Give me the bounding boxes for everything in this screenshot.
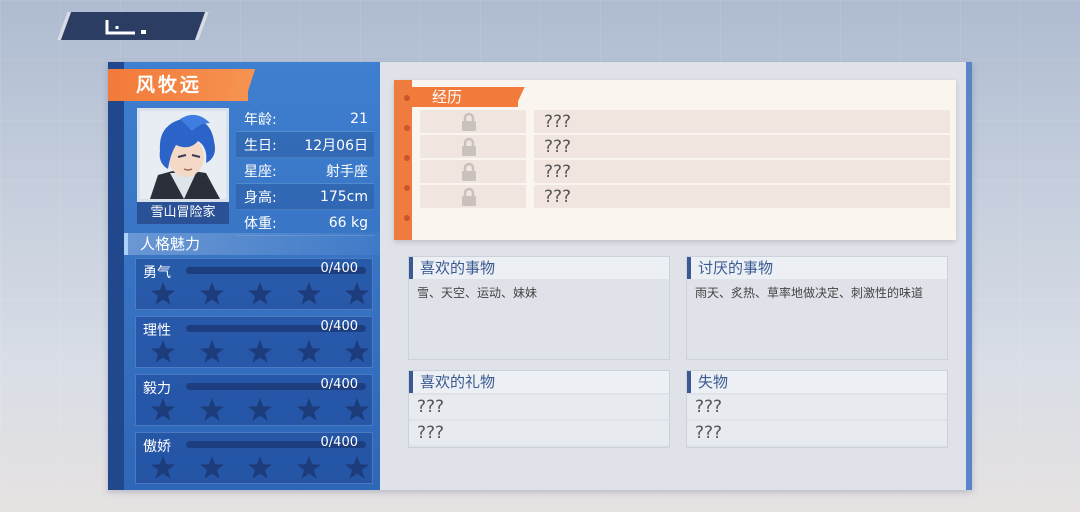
star-icon bbox=[151, 340, 175, 363]
star-icon bbox=[151, 456, 175, 479]
experience-text: ??? bbox=[534, 110, 950, 133]
character-portrait bbox=[137, 108, 229, 202]
experience-row[interactable]: ??? bbox=[420, 160, 950, 183]
info-label: 身高: bbox=[244, 189, 277, 206]
stat-value: 0/400 bbox=[320, 435, 358, 450]
lock-icon bbox=[462, 187, 476, 206]
experience-row[interactable]: ??? bbox=[420, 185, 950, 208]
experience-text: ??? bbox=[534, 185, 950, 208]
info-label: 体重: bbox=[244, 215, 277, 232]
dislikes-section: 讨厌的事物 雨天、炙热、草率地做决定、刺激性的味道 bbox=[686, 256, 948, 360]
star-rating bbox=[150, 397, 370, 423]
lost-item[interactable]: ??? bbox=[687, 395, 947, 419]
lost-item[interactable]: ??? bbox=[687, 421, 947, 445]
stat-value: 0/400 bbox=[320, 319, 358, 334]
stat-tsundere: 傲娇 0/400 bbox=[135, 432, 373, 484]
ribbon-dots-icon bbox=[404, 95, 410, 221]
lock-cell bbox=[420, 135, 526, 158]
lock-cell bbox=[420, 160, 526, 183]
character-title: 雪山冒险家 bbox=[137, 202, 229, 224]
experience-text: ??? bbox=[534, 160, 950, 183]
star-icon bbox=[199, 456, 224, 479]
star-icon bbox=[151, 282, 175, 305]
star-rating bbox=[150, 281, 370, 307]
lock-icon bbox=[462, 162, 476, 181]
experience-row[interactable]: ??? bbox=[420, 135, 950, 158]
star-icon bbox=[248, 398, 272, 421]
lost-items-header: 失物 bbox=[687, 371, 947, 393]
info-label: 年龄: bbox=[244, 111, 277, 128]
info-label: 星座: bbox=[244, 163, 277, 180]
star-icon bbox=[296, 282, 321, 305]
gifts-section: 喜欢的礼物 ??? ??? bbox=[408, 370, 670, 448]
star-icon bbox=[199, 398, 224, 421]
info-value: 66 kg bbox=[328, 214, 368, 231]
star-icon bbox=[345, 456, 369, 479]
gifts-header: 喜欢的礼物 bbox=[409, 371, 669, 393]
star-icon bbox=[296, 340, 321, 363]
star-rating bbox=[150, 339, 370, 365]
info-value: 175cm bbox=[319, 188, 368, 205]
info-value: 射手座 bbox=[326, 163, 368, 180]
star-icon bbox=[345, 398, 369, 421]
info-row-age: 年龄: 21 bbox=[236, 106, 374, 132]
charm-header: 人格魅力 bbox=[124, 233, 380, 255]
star-icon bbox=[248, 456, 272, 479]
character-name: 风牧远 bbox=[108, 69, 248, 101]
character-info-table: 年龄: 21 生日: 12月06日 星座: 射手座 身高: 175cm 体重: … bbox=[236, 106, 374, 236]
stat-reason: 理性 0/400 bbox=[135, 316, 373, 368]
back-arrow-icon[interactable] bbox=[105, 18, 157, 36]
column-border bbox=[108, 62, 124, 490]
stat-perseverance: 毅力 0/400 bbox=[135, 374, 373, 426]
stat-courage: 勇气 0/400 bbox=[135, 258, 373, 310]
info-label: 生日: bbox=[244, 137, 277, 154]
likes-text: 雪、天空、运动、妹妹 bbox=[417, 286, 538, 300]
star-icon bbox=[248, 282, 272, 305]
stat-name: 理性 bbox=[143, 323, 171, 339]
lock-cell bbox=[420, 110, 526, 133]
info-row-constellation: 星座: 射手座 bbox=[236, 158, 374, 184]
info-value: 12月06日 bbox=[304, 137, 368, 154]
avatar bbox=[140, 111, 226, 199]
likes-section: 喜欢的事物 雪、天空、运动、妹妹 bbox=[408, 256, 670, 360]
star-icon bbox=[199, 340, 224, 363]
star-icon bbox=[345, 340, 369, 363]
stat-name: 勇气 bbox=[143, 265, 171, 281]
info-row-birthday: 生日: 12月06日 bbox=[236, 132, 374, 158]
dislikes-text: 雨天、炙热、草率地做决定、刺激性的味道 bbox=[695, 286, 924, 300]
experience-text: ??? bbox=[534, 135, 950, 158]
experience-row[interactable]: ??? bbox=[420, 110, 950, 133]
lost-items-section: 失物 ??? ??? bbox=[686, 370, 948, 448]
info-row-height: 身高: 175cm bbox=[236, 184, 374, 210]
star-icon bbox=[345, 282, 369, 305]
info-value: 21 bbox=[350, 110, 368, 127]
star-icon bbox=[296, 456, 321, 479]
star-icon bbox=[199, 282, 224, 305]
lock-cell bbox=[420, 185, 526, 208]
lock-icon bbox=[462, 112, 476, 131]
panel-edge bbox=[966, 62, 972, 490]
star-icon bbox=[151, 398, 175, 421]
stat-value: 0/400 bbox=[320, 377, 358, 392]
likes-header: 喜欢的事物 bbox=[409, 257, 669, 279]
star-icon bbox=[248, 340, 272, 363]
lock-icon bbox=[462, 137, 476, 156]
dislikes-header: 讨厌的事物 bbox=[687, 257, 947, 279]
gift-item[interactable]: ??? bbox=[409, 421, 669, 445]
gift-item[interactable]: ??? bbox=[409, 395, 669, 419]
stat-name: 傲娇 bbox=[143, 439, 171, 455]
stat-name: 毅力 bbox=[143, 381, 171, 397]
star-rating bbox=[150, 455, 370, 481]
star-icon bbox=[296, 398, 321, 421]
stat-value: 0/400 bbox=[320, 261, 358, 276]
